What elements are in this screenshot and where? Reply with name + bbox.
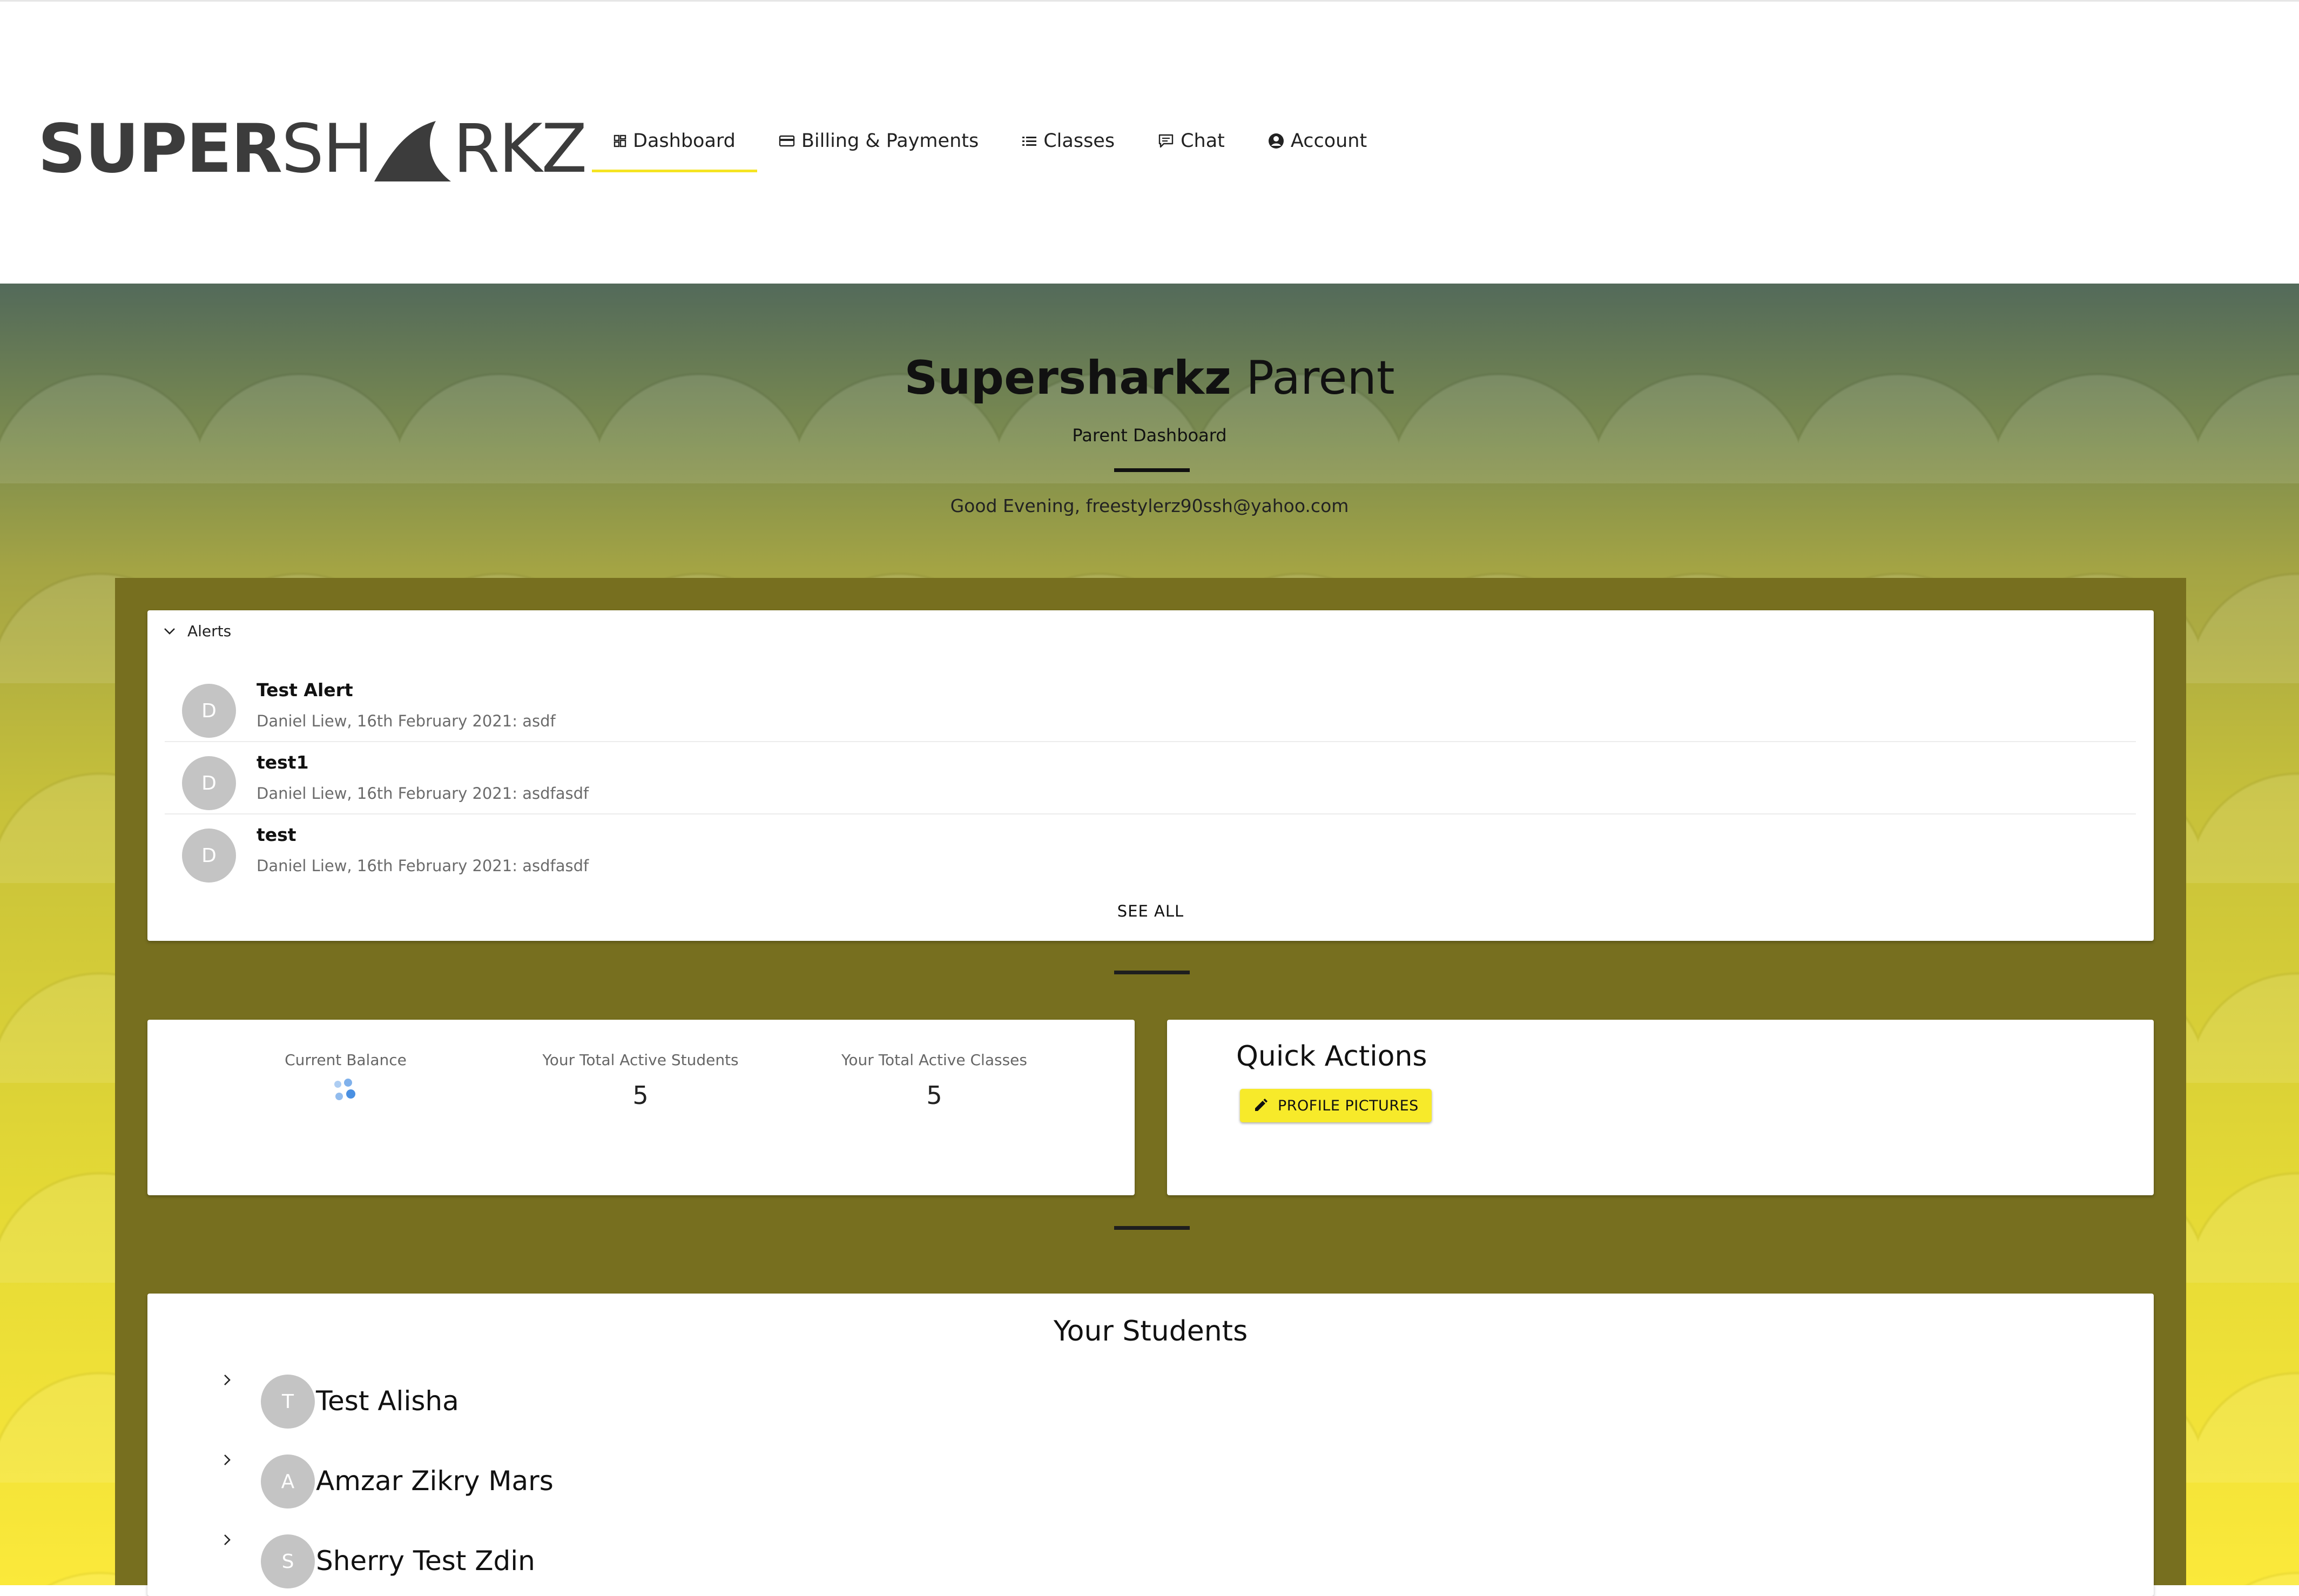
alert-item[interactable]: D test1 Daniel Liew, 16th February 2021:… [165, 742, 2136, 814]
student-name: Amzar Zikry Mars [316, 1465, 554, 1497]
nav-chat[interactable]: Chat [1136, 112, 1246, 169]
page-title: Supersharkz Parent [0, 351, 2299, 405]
alert-title: test [257, 824, 296, 845]
chevron-right-icon [224, 1454, 231, 1465]
chevron-right-icon [224, 1375, 231, 1385]
student-row[interactable]: S Sherry Test Zdin [223, 1529, 1303, 1588]
page-title-light: Parent [1231, 351, 1395, 405]
credit-card-icon [779, 135, 795, 146]
chat-icon [1158, 134, 1174, 147]
profile-pictures-button[interactable]: PROFILE PICTURES [1240, 1089, 1432, 1122]
avatar: T [261, 1375, 315, 1429]
profile-pictures-label: PROFILE PICTURES [1278, 1097, 1419, 1114]
list-icon [1022, 136, 1037, 146]
students-title: Your Students [1053, 1315, 1248, 1348]
avatar: D [182, 829, 236, 883]
active-students-label: Your Total Active Students [542, 1051, 739, 1069]
avatar: S [261, 1534, 315, 1588]
supersharkz-logo[interactable]: SUPER SH RKZ [38, 96, 587, 188]
chevron-right-icon [224, 1534, 231, 1545]
student-name: Sherry Test Zdin [316, 1545, 535, 1577]
avatar: D [182, 756, 236, 810]
quick-actions-card: Quick Actions PROFILE PICTURES [1167, 1020, 2154, 1195]
student-row[interactable]: A Amzar Zikry Mars [223, 1449, 1303, 1509]
nav-dashboard-label: Dashboard [633, 130, 736, 152]
greeting-text: Good Evening, freestylerz90ssh@yahoo.com [950, 495, 1349, 516]
active-students-stat: Your Total Active Students 5 [505, 1051, 776, 1110]
pencil-icon [1255, 1099, 1268, 1111]
avatar: A [261, 1454, 315, 1509]
section-divider [1114, 971, 1190, 974]
see-all-button[interactable]: SEE ALL [147, 902, 2154, 920]
students-card: Your Students T Test Alisha A Amzar Zikr… [147, 1294, 2154, 1596]
page-title-bold: Supersharkz [904, 351, 1231, 405]
section-divider [1114, 1226, 1190, 1230]
nav-classes[interactable]: Classes [1000, 112, 1136, 169]
alerts-header-label: Alerts [187, 622, 232, 640]
alert-title: Test Alert [257, 679, 353, 701]
active-classes-value: 5 [926, 1081, 942, 1110]
nav-billing-payments[interactable]: Billing & Payments [757, 112, 1000, 169]
nav-account[interactable]: Account [1246, 112, 1388, 169]
content-panel: Alerts D Test Alert Daniel Liew, 16th Fe… [115, 578, 2186, 1596]
top-header: SUPER SH RKZ Dashboard Billing & Payments … [0, 0, 2299, 284]
dashboard-hero: Supersharkz Parent Parent Dashboard Good… [0, 284, 2299, 1596]
alerts-card: Alerts D Test Alert Daniel Liew, 16th Fe… [147, 610, 2154, 941]
active-students-value: 5 [632, 1081, 649, 1110]
logo-text-bold: SUPER [38, 110, 282, 188]
dashboard-icon [613, 134, 626, 147]
page-subtitle: Parent Dashboard [1072, 425, 1227, 446]
active-classes-stat: Your Total Active Classes 5 [799, 1051, 1069, 1110]
alert-title: test1 [257, 752, 309, 773]
title-divider [1114, 468, 1190, 472]
alert-meta: Daniel Liew, 16th February 2021: asdfasd… [257, 784, 589, 803]
nav-account-label: Account [1290, 130, 1367, 152]
avatar: D [182, 684, 236, 738]
alert-item[interactable]: D Test Alert Daniel Liew, 16th February … [165, 670, 2136, 742]
stats-card: Current Balance Your Total Active Studen… [147, 1020, 1135, 1195]
alerts-toggle[interactable]: Alerts [164, 622, 231, 640]
main-nav: Dashboard Billing & Payments Classes Cha… [592, 112, 1388, 172]
chevron-down-icon [164, 628, 175, 635]
logo-text-light-2: RKZ [453, 110, 587, 188]
student-row[interactable]: T Test Alisha [223, 1369, 1303, 1429]
active-classes-label: Your Total Active Classes [841, 1051, 1027, 1069]
nav-dashboard[interactable]: Dashboard [592, 112, 757, 172]
student-name: Test Alisha [316, 1385, 459, 1417]
quick-actions-title: Quick Actions [1236, 1040, 1427, 1073]
current-balance-label: Current Balance [285, 1051, 407, 1069]
logo-text-light-1: SH [281, 110, 373, 188]
account-circle-icon [1268, 133, 1284, 149]
alert-item[interactable]: D test Daniel Liew, 16th February 2021: … [165, 814, 2136, 886]
shark-fin-icon [374, 121, 451, 181]
nav-chat-label: Chat [1181, 130, 1225, 152]
nav-billing-label: Billing & Payments [801, 130, 979, 152]
alert-meta: Daniel Liew, 16th February 2021: asdf [257, 712, 556, 730]
loading-spinner-icon [332, 1079, 359, 1106]
current-balance-stat: Current Balance [211, 1051, 481, 1106]
alert-meta: Daniel Liew, 16th February 2021: asdfasd… [257, 857, 589, 875]
nav-classes-label: Classes [1043, 130, 1115, 152]
